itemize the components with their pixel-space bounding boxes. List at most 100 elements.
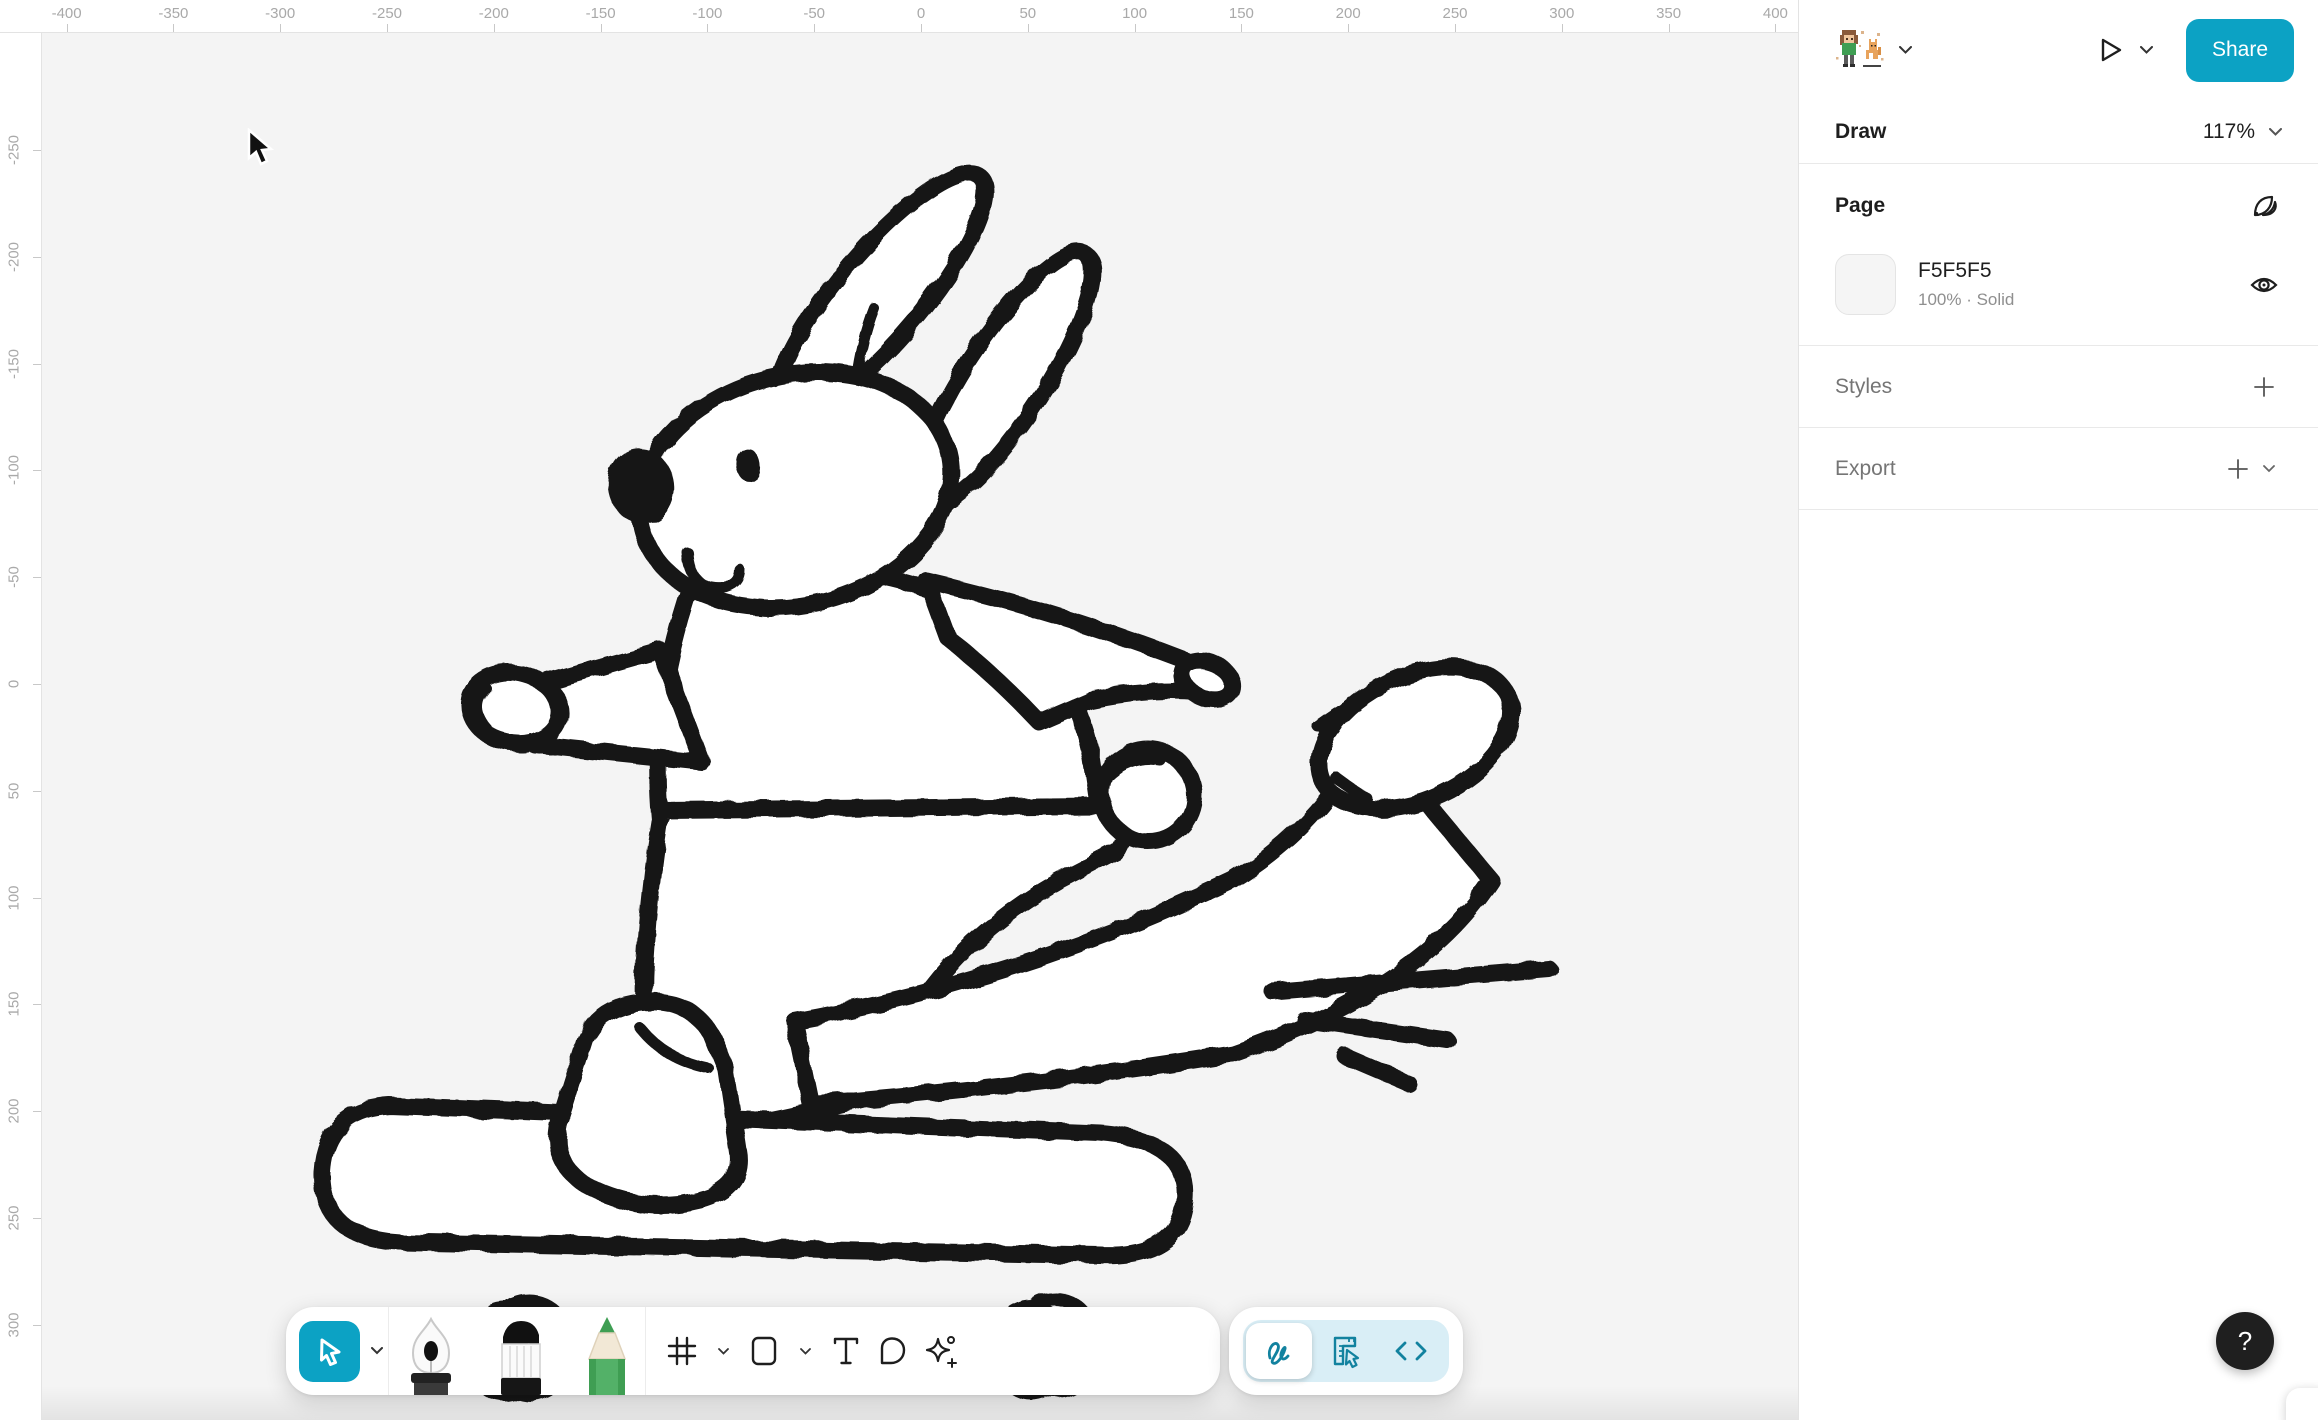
help-button[interactable]: ? — [2216, 1312, 2274, 1370]
horizontal-ruler[interactable]: -400 -350 -300 -250 -200 -150 -100 -50 0 50 100 150… — [0, 0, 1798, 33]
zoom-menu[interactable]: 117% — [2203, 120, 2282, 144]
ruler-v-label: 200 — [6, 1099, 23, 1124]
ruler-h-label: 150 — [1229, 5, 1254, 22]
text-icon — [830, 1335, 862, 1367]
ruler-v-label: 250 — [6, 1205, 23, 1230]
pages-icon — [2249, 191, 2279, 221]
chevron-down-icon — [2269, 128, 2282, 136]
chevron-down-icon — [1899, 46, 1912, 54]
frame-tool-menu-chevron[interactable] — [712, 1331, 734, 1371]
chevron-down-icon — [2263, 465, 2275, 473]
share-button[interactable]: Share — [2186, 19, 2294, 82]
drawing-canvas[interactable]: -400 -350 -300 -250 -200 -150 -100 -50 0 50 100 150… — [0, 0, 1798, 1420]
present-button[interactable] — [2092, 32, 2128, 68]
page-color-hex[interactable]: F5F5F5 — [1918, 259, 2014, 283]
add-style-button[interactable] — [2246, 369, 2282, 405]
rectangle-icon — [748, 1335, 780, 1367]
frame-icon — [666, 1335, 698, 1367]
mode-switcher — [1229, 1307, 1463, 1395]
help-label: ? — [2238, 1326, 2252, 1357]
ruler-h-label: -50 — [803, 5, 825, 22]
ruler-v-label: 50 — [6, 782, 23, 799]
zoom-level: 117% — [2203, 120, 2255, 144]
ruler-v-label: 0 — [6, 680, 23, 688]
page-color-swatch[interactable] — [1835, 254, 1896, 315]
pages-button[interactable] — [2246, 188, 2282, 224]
mouse-cursor — [243, 128, 283, 177]
mode-design-button[interactable] — [1312, 1323, 1378, 1379]
code-icon — [1393, 1333, 1429, 1369]
ruler-h-label: 100 — [1122, 5, 1147, 22]
cursor-arrow-icon — [312, 1333, 348, 1369]
styles-section-title: Styles — [1835, 375, 1892, 399]
present-options-chevron[interactable] — [2128, 32, 2164, 68]
chevron-down-icon — [371, 1347, 383, 1355]
page-color-meta: 100% · Solid — [1918, 290, 2014, 310]
page-section-title: Page — [1835, 194, 1885, 218]
ruler-h-label: 200 — [1336, 5, 1361, 22]
export-section-title: Export — [1835, 457, 1896, 481]
green-pencil-icon — [579, 1313, 635, 1395]
corner-widget — [2286, 1388, 2318, 1420]
ruler-h-label: -300 — [265, 5, 295, 22]
mode-code-button[interactable] — [1378, 1323, 1444, 1379]
chevron-down-icon — [800, 1348, 811, 1355]
mode-switcher-track — [1243, 1320, 1449, 1382]
eye-icon — [2249, 273, 2279, 297]
chevron-down-icon — [2140, 46, 2153, 54]
ruler-v-label: -50 — [6, 566, 23, 588]
speech-bubble-icon — [876, 1335, 908, 1367]
frame-tool-button[interactable] — [666, 1335, 698, 1367]
select-tool-menu-chevron[interactable] — [366, 1331, 388, 1371]
pen-tool-button[interactable] — [399, 1313, 463, 1395]
select-tool-button[interactable] — [299, 1321, 360, 1382]
comment-tool-button[interactable] — [876, 1335, 908, 1367]
chevron-down-icon — [718, 1348, 729, 1355]
mode-draw-button[interactable] — [1246, 1323, 1312, 1379]
ruler-h-label: -350 — [158, 5, 188, 22]
sparkle-plus-icon — [922, 1333, 958, 1369]
shape-tool-button[interactable] — [748, 1335, 780, 1367]
ruler-h-label: -250 — [372, 5, 402, 22]
ruler-v-label: -150 — [6, 349, 23, 379]
ai-tool-button[interactable] — [922, 1333, 958, 1369]
ruler-h-label: 50 — [1019, 5, 1036, 22]
ruler-h-label: 300 — [1549, 5, 1574, 22]
shape-tool-menu-chevron[interactable] — [794, 1331, 816, 1371]
ruler-h-label: 350 — [1656, 5, 1681, 22]
vertical-ruler[interactable]: -250 -200 -150 -100 -50 0 50 100 150 200 250 300 — [0, 33, 42, 1420]
ruler-cursor-icon — [1327, 1333, 1363, 1369]
figma-draw-window: -400 -350 -300 -250 -200 -150 -100 -50 0 50 100 150… — [0, 0, 2318, 1420]
mode-title: Draw — [1835, 120, 1886, 144]
right-sidebar: Share Draw 117% Page — [1798, 0, 2318, 1420]
text-tool-button[interactable] — [830, 1335, 862, 1367]
plus-icon — [2227, 458, 2249, 480]
plus-icon — [2253, 376, 2275, 398]
ruler-h-label: 0 — [917, 5, 925, 22]
pencil-tool-button[interactable] — [579, 1313, 635, 1395]
ruler-h-label: -200 — [479, 5, 509, 22]
account-menu[interactable] — [1833, 27, 1912, 73]
marker-brush-icon — [489, 1313, 553, 1395]
rabbit-skateboard-drawing — [0, 0, 1798, 1420]
ruler-h-label: -100 — [692, 5, 722, 22]
ruler-v-label: 150 — [6, 992, 23, 1017]
scribble-icon — [1262, 1334, 1296, 1368]
ruler-v-label: 300 — [6, 1312, 23, 1337]
ruler-h-label: 250 — [1442, 5, 1467, 22]
marker-tool-button[interactable] — [489, 1313, 553, 1395]
ruler-h-label: 400 — [1763, 5, 1788, 22]
ruler-v-label: -100 — [6, 455, 23, 485]
ruler-h-label: -400 — [52, 5, 82, 22]
play-icon — [2096, 36, 2124, 64]
ruler-v-label: -200 — [6, 242, 23, 272]
ruler-h-label: -150 — [586, 5, 616, 22]
add-export-button[interactable] — [2220, 451, 2256, 487]
toolbar — [286, 1307, 1220, 1395]
ruler-v-label: 100 — [6, 885, 23, 910]
export-options-chevron[interactable] — [2256, 451, 2282, 487]
pen-nib-icon — [399, 1313, 463, 1395]
toggle-visibility-button[interactable] — [2246, 267, 2282, 303]
avatar — [1833, 27, 1885, 73]
ruler-v-label: -250 — [6, 135, 23, 165]
